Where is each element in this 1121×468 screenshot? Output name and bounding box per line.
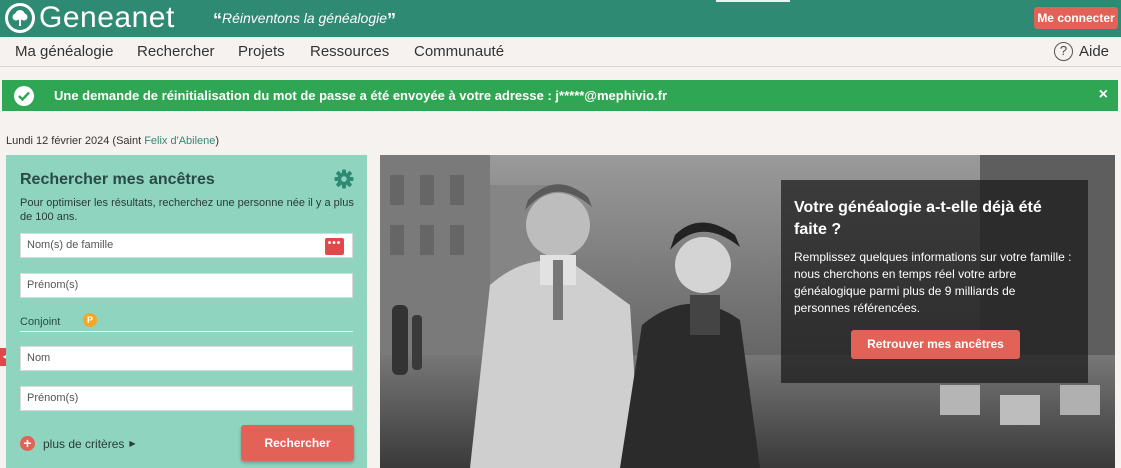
top-accent-line [716,0,790,2]
main-nav: Ma généalogie Rechercher Projets Ressour… [0,37,1121,67]
spouse-lastname-input[interactable]: Nom [20,346,353,371]
tagline: “Réinventons la généalogie” [213,10,396,31]
hero-overlay: Votre généalogie a-t-elle déjà été faite… [781,180,1088,383]
close-icon[interactable]: × [1099,86,1108,104]
find-ancestors-button[interactable]: Retrouver mes ancêtres [851,330,1020,359]
geneanet-logo[interactable]: Geneanet [5,3,175,33]
lastname-input[interactable]: Nom(s) de famille ••• [20,233,353,258]
nav-item-communaute[interactable]: Communauté [414,43,504,60]
premium-badge-icon[interactable]: P [83,313,97,327]
spouse-label: Conjoint [20,316,61,328]
date-text: Lundi 12 février 2024 (Saint [6,135,145,147]
spouse-firstname-input[interactable]: Prénom(s) [20,386,353,411]
more-options-icon[interactable]: ••• [325,238,344,255]
tagline-text: Réinventons la généalogie [222,10,388,26]
help-link[interactable]: ? Aide [1054,42,1109,61]
hero-title: Votre généalogie a-t-elle déjà été faite… [794,199,1042,238]
tree-logo-icon [5,3,35,33]
search-button[interactable]: Rechercher [241,425,354,461]
nav-item-ressources[interactable]: Ressources [310,43,389,60]
gear-icon[interactable] [334,169,354,194]
check-circle-icon [14,85,34,106]
help-label: Aide [1079,43,1110,60]
search-panel: Rechercher mes ancêtres Pour optimiser l… [6,155,367,468]
saint-link[interactable]: Felix d'Abilene [144,135,215,147]
tagline-close-quote: ” [387,10,397,30]
top-bar: Geneanet “Réinventons la généalogie” Me … [0,0,1121,37]
alert-message: Une demande de réinitialisation du mot d… [54,88,668,103]
login-button[interactable]: Me connecter [1034,7,1118,29]
nav-item-ma-genealogie[interactable]: Ma généalogie [15,43,113,60]
spouse-divider [20,331,353,332]
date-line: Lundi 12 février 2024 (Saint Felix d'Abi… [6,135,219,147]
question-circle-icon: ? [1054,42,1073,61]
firstname-input[interactable]: Prénom(s) [20,273,353,298]
success-alert: Une demande de réinitialisation du mot d… [2,80,1118,111]
date-suffix: ) [215,135,220,147]
nav-item-projets[interactable]: Projets [238,43,285,60]
triangle-right-icon: ▶ [129,439,136,448]
nav-item-rechercher[interactable]: Rechercher [137,43,215,60]
logo-text: Geneanet [39,1,175,34]
more-criteria-link[interactable]: + plus de critères ▶ [20,436,136,451]
search-panel-title: Rechercher mes ancêtres [20,171,215,188]
hero-text: Remplissez quelques informations sur vot… [794,250,1072,315]
plus-circle-icon: + [20,436,35,451]
search-panel-description: Pour optimiser les résultats, recherchez… [20,197,354,223]
tagline-open-quote: “ [213,10,222,30]
more-criteria-label: plus de critères [43,436,125,451]
lastname-placeholder: Nom(s) de famille [27,239,114,251]
hero-banner: Votre généalogie a-t-elle déjà été faite… [380,155,1115,468]
